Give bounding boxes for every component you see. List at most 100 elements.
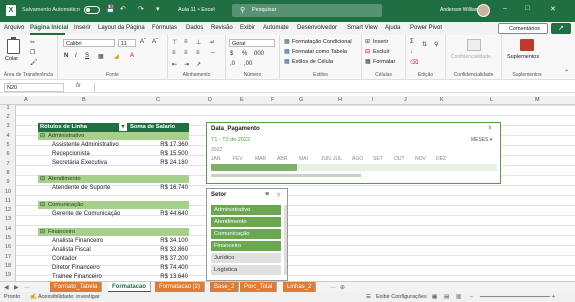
timeline-selection[interactable] — [211, 164, 297, 171]
shrink-font-icon[interactable]: Aˇ — [152, 39, 158, 45]
cut-icon[interactable]: ✂ — [30, 39, 35, 46]
zoom-out-icon[interactable]: – — [470, 294, 473, 300]
row-header[interactable]: 12 — [0, 207, 16, 213]
column-header[interactable]: L — [490, 97, 493, 103]
pivot-header-row[interactable]: Rótulos de Linha ▾ Soma de Salario — [38, 123, 189, 132]
autosum-icon[interactable]: Σ — [410, 39, 414, 45]
row-header[interactable]: 7 — [0, 161, 16, 167]
timeline-month[interactable]: JAN — [211, 156, 220, 162]
zoom-slider[interactable] — [480, 296, 550, 297]
next-sheet-icon[interactable]: ▶ — [14, 284, 19, 291]
number-format-select[interactable]: Geral — [229, 39, 275, 47]
collapse-icon[interactable]: ⊟ — [40, 133, 45, 139]
row-header[interactable]: 14 — [0, 226, 16, 232]
add-sheet-icon[interactable]: ⊕ — [340, 284, 345, 291]
multi-select-icon[interactable]: ≡ — [265, 191, 269, 198]
row-header[interactable]: 2 — [0, 114, 16, 120]
slicer-item[interactable]: Jurídico — [211, 253, 281, 263]
minimize-icon[interactable]: – — [503, 5, 507, 12]
fill-color-icon[interactable]: ◢ — [114, 53, 119, 60]
avatar[interactable] — [477, 4, 490, 17]
collapse-icon[interactable]: ⊟ — [40, 176, 45, 182]
row-header[interactable]: 8 — [0, 170, 16, 176]
sensitivity-icon[interactable] — [467, 39, 481, 51]
fill-icon[interactable]: ↓ — [410, 49, 413, 55]
more-sheets-icon[interactable]: … — [24, 284, 30, 290]
column-header[interactable]: H — [338, 97, 342, 103]
cell-styles-button[interactable]: Estilos de Célula — [292, 59, 333, 65]
row-header[interactable]: 16 — [0, 244, 16, 250]
column-header[interactable]: K — [440, 97, 444, 103]
font-name-select[interactable]: Calibri — [63, 39, 115, 47]
row-header[interactable]: 17 — [0, 254, 16, 260]
tab-dados[interactable]: Dados — [186, 25, 203, 31]
delete-cells-button[interactable]: Excluir — [373, 49, 390, 55]
wrap-text-icon[interactable]: ↵ — [210, 39, 215, 46]
column-header[interactable]: J — [404, 97, 407, 103]
column-header[interactable]: D — [208, 97, 212, 103]
autosave-toggle[interactable] — [84, 6, 100, 14]
row-header[interactable]: 9 — [0, 179, 16, 185]
row-header[interactable]: 10 — [0, 189, 16, 195]
merge-center-icon[interactable]: ⇔ — [210, 50, 216, 56]
row-header[interactable]: 3 — [0, 123, 16, 129]
align-left-icon[interactable]: ≡ — [172, 50, 176, 56]
column-header[interactable]: A — [24, 97, 28, 103]
name-box[interactable]: N20 — [4, 83, 64, 92]
maximize-icon[interactable]: □ — [525, 5, 529, 12]
tab-pagina-inicial[interactable]: Página Inicial — [30, 25, 68, 31]
slicer-item[interactable]: Financeiro — [211, 241, 281, 251]
tab-power-pivot[interactable]: Power Pivot — [410, 25, 442, 31]
row-header[interactable]: 13 — [0, 216, 16, 222]
tab-automate[interactable]: Automate — [263, 25, 289, 31]
search-box[interactable]: ⚲ Pesquisar — [232, 4, 382, 17]
pivot-group-row[interactable]: ⊟ Financeiro — [38, 228, 189, 236]
slicer-item[interactable]: Logística — [211, 265, 281, 275]
timeline-month[interactable]: AGO — [352, 156, 363, 162]
row-header[interactable]: 5 — [0, 142, 16, 148]
addins-button[interactable]: Suplementos — [507, 54, 539, 60]
timeline-month[interactable]: JUN — [321, 156, 331, 162]
bold-icon[interactable]: N — [64, 53, 68, 59]
row-header[interactable]: 15 — [0, 235, 16, 241]
timeline-scrollbar[interactable] — [211, 174, 361, 177]
timeline-month[interactable]: MAI — [299, 156, 308, 162]
accounting-icon[interactable]: $ — [230, 51, 233, 57]
tab-inserir[interactable]: Inserir — [74, 25, 91, 31]
clear-filter-icon[interactable]: ▿ — [277, 191, 281, 199]
pivot-group-row[interactable]: ⊟ Comunicação — [38, 201, 189, 209]
column-header[interactable]: C — [156, 97, 160, 103]
zoom-in-icon[interactable]: + — [552, 294, 555, 300]
format-table-button[interactable]: Formatar como Tabela — [292, 49, 347, 55]
slicer-item[interactable]: Comunicação — [211, 229, 281, 239]
accessibility-status[interactable]: Acessibilidade: investigar — [38, 294, 100, 300]
timeline-month[interactable]: FEV — [233, 156, 243, 162]
customize-qat-icon[interactable]: ▾ — [156, 5, 160, 13]
tab-smart-view[interactable]: Smart View — [347, 25, 378, 31]
collapse-icon[interactable]: ⊟ — [40, 202, 45, 208]
timeline-month[interactable]: DEZ — [436, 156, 446, 162]
tab-desenvolvedor[interactable]: Desenvolvedor — [297, 25, 337, 31]
undo-icon[interactable]: ↶ — [120, 5, 126, 13]
align-right-icon[interactable]: ≡ — [196, 50, 200, 56]
grow-font-icon[interactable]: Aˆ — [140, 39, 146, 45]
decrease-decimal-icon[interactable]: ,00 — [244, 61, 252, 67]
align-top-icon[interactable]: ⊤ — [172, 39, 177, 46]
filter-dropdown-icon[interactable]: ▾ — [119, 123, 127, 131]
confidentiality-button[interactable]: Confidencialidade — [451, 54, 491, 60]
setor-slicer[interactable]: Setor ≡ ▿ Administrativo Atendimento Com… — [206, 188, 288, 281]
timeline-month[interactable]: OUT — [394, 156, 405, 162]
slicer-item[interactable]: Administrativo — [211, 205, 281, 215]
increase-decimal-icon[interactable]: ,0 — [230, 61, 235, 67]
timeline-month[interactable]: SET — [373, 156, 383, 162]
insert-function-icon[interactable]: fx — [76, 83, 81, 89]
tab-formulas[interactable]: Fórmulas — [152, 25, 177, 31]
row-header[interactable]: 6 — [0, 151, 16, 157]
close-icon[interactable]: ✕ — [550, 5, 556, 13]
pivot-group-row[interactable]: ⊟ Atendimento — [38, 175, 189, 183]
decrease-indent-icon[interactable]: ⇤ — [172, 61, 177, 68]
tab-ajuda[interactable]: Ajuda — [385, 25, 400, 31]
collapse-ribbon-icon[interactable]: ⌃ — [564, 69, 569, 76]
more-sheets-icon[interactable]: … — [330, 284, 336, 290]
share-button[interactable]: ↗ — [551, 23, 571, 34]
